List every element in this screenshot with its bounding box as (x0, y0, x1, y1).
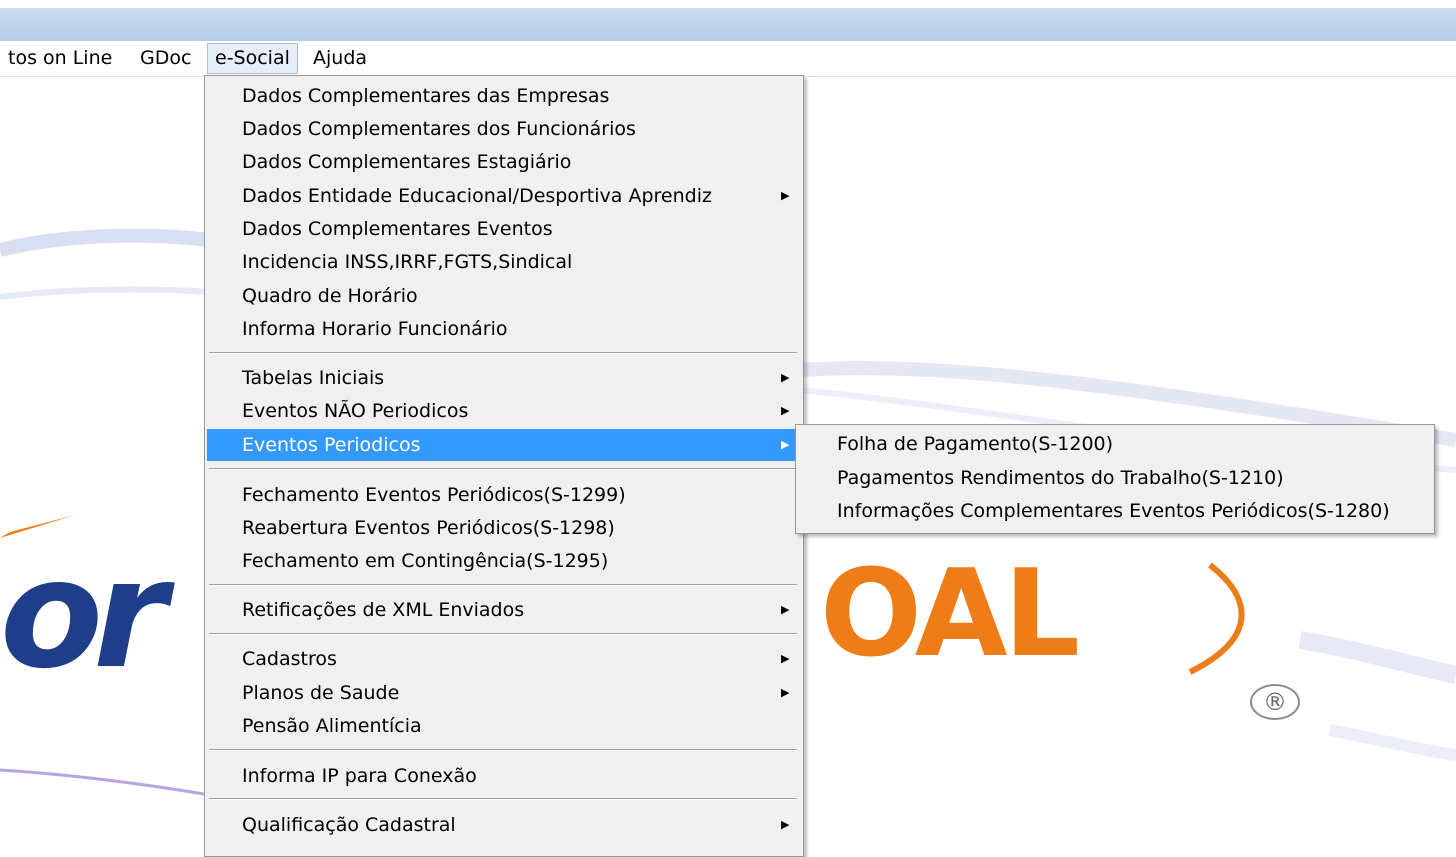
menu-item-label: Pagamentos Rendimentos do Trabalho(S-121… (837, 467, 1284, 489)
logo-orange-flare (0, 515, 75, 538)
submenu-arrow-icon: ▶ (781, 189, 790, 202)
menu-item-label: Eventos Periodicos (242, 434, 421, 456)
menu-item-planos-de-saude[interactable]: Planos de Saude ▶ (207, 677, 799, 709)
menu-item-label: Folha de Pagamento(S-1200) (837, 433, 1114, 455)
menu-item-label: Fechamento em Contingência(S-1295) (242, 550, 609, 572)
menu-item-label: Quadro de Horário (242, 285, 418, 307)
menu-item-tabelas-iniciais[interactable]: Tabelas Iniciais ▶ (207, 362, 799, 394)
menu-item-dados-entidade-educacional[interactable]: Dados Entidade Educacional/Desportiva Ap… (207, 180, 799, 212)
submenu-item-folha-de-pagamento[interactable]: Folha de Pagamento(S-1200) (798, 428, 1430, 460)
submenu-item-pagamentos-rendimentos[interactable]: Pagamentos Rendimentos do Trabalho(S-121… (798, 462, 1430, 494)
menu-separator (209, 749, 797, 751)
menubar-item-ajuda[interactable]: Ajuda (306, 44, 374, 73)
menu-separator (209, 633, 797, 635)
menu-item-incidencia[interactable]: Incidencia INSS,IRRF,FGTS,Sindical (207, 246, 799, 278)
menu-item-label: Retificações de XML Enviados (242, 599, 525, 621)
menu-item-pensao-alimenticia[interactable]: Pensão Alimentícia (207, 710, 799, 742)
submenu-arrow-icon: ▶ (781, 818, 790, 831)
menu-item-dados-complementares-estagiario[interactable]: Dados Complementares Estagiário (207, 146, 799, 178)
menu-item-dados-complementares-empresas[interactable]: Dados Complementares das Empresas (207, 80, 799, 112)
menu-item-dados-complementares-eventos[interactable]: Dados Complementares Eventos (207, 213, 799, 245)
submenu-arrow-icon: ▶ (781, 438, 790, 451)
menu-bar: tos on Line GDoc e-Social Ajuda (0, 41, 1456, 77)
eventos-periodicos-submenu: Folha de Pagamento(S-1200) Pagamentos Re… (795, 424, 1435, 534)
menu-separator (209, 584, 797, 586)
menu-item-label: Reabertura Eventos Periódicos(S-1298) (242, 517, 615, 539)
submenu-arrow-icon: ▶ (781, 652, 790, 665)
menu-separator (209, 468, 797, 470)
menu-item-fechamento-contingencia[interactable]: Fechamento em Contingência(S-1295) (207, 545, 799, 577)
menu-item-qualificacao-cadastral[interactable]: Qualificação Cadastral ▶ (207, 809, 799, 841)
menu-item-reabertura-eventos-periodicos[interactable]: Reabertura Eventos Periódicos(S-1298) (207, 512, 799, 544)
logo-orange-arc (1188, 562, 1245, 675)
menu-item-label: Planos de Saude (242, 682, 400, 704)
menu-item-quadro-de-horario[interactable]: Quadro de Horário (207, 280, 799, 312)
menu-item-retificacoes-xml[interactable]: Retificações de XML Enviados ▶ (207, 594, 799, 626)
menubar-item-esocial[interactable]: e-Social (207, 43, 298, 74)
menu-separator (209, 798, 797, 800)
menu-item-informa-horario-funcionario[interactable]: Informa Horario Funcionário (207, 313, 799, 345)
menu-separator (209, 352, 797, 354)
menu-item-label: Dados Entidade Educacional/Desportiva Ap… (242, 185, 712, 207)
menu-item-cadastros[interactable]: Cadastros ▶ (207, 643, 799, 675)
menu-item-label: Informa Horario Funcionário (242, 318, 508, 340)
menu-item-fechamento-eventos-periodicos[interactable]: Fechamento Eventos Periódicos(S-1299) (207, 479, 799, 511)
menu-item-informa-ip[interactable]: Informa IP para Conexão (207, 760, 799, 792)
menu-item-label: Dados Complementares dos Funcionários (242, 118, 636, 140)
esocial-dropdown-menu: Dados Complementares das Empresas Dados … (204, 75, 804, 857)
submenu-arrow-icon: ▶ (781, 371, 790, 384)
logo-orange-letters: OAL (820, 560, 1080, 670)
menu-item-label: Qualificação Cadastral (242, 814, 456, 836)
menu-item-eventos-periodicos[interactable]: Eventos Periodicos ▶ (207, 429, 799, 461)
menu-item-eventos-nao-periodicos[interactable]: Eventos NÃO Periodicos ▶ (207, 395, 799, 427)
registered-trademark-icon: ® (1250, 684, 1300, 720)
menu-item-label: Incidencia INSS,IRRF,FGTS,Sindical (242, 251, 573, 273)
menu-item-label: Eventos NÃO Periodicos (242, 400, 469, 422)
menu-item-label: Tabelas Iniciais (242, 367, 385, 389)
menubar-item-gdoc[interactable]: GDoc (133, 44, 198, 73)
menu-item-label: Informações Complementares Eventos Perió… (837, 500, 1390, 522)
menu-item-dados-complementares-funcionarios[interactable]: Dados Complementares dos Funcionários (207, 113, 799, 145)
menu-item-label: Dados Complementares Eventos (242, 218, 553, 240)
menu-item-label: Pensão Alimentícia (242, 715, 422, 737)
submenu-item-informacoes-complementares[interactable]: Informações Complementares Eventos Perió… (798, 495, 1430, 527)
menu-item-label: Dados Complementares Estagiário (242, 151, 572, 173)
menu-item-label: Cadastros (242, 648, 337, 670)
menu-item-label: Informa IP para Conexão (242, 765, 477, 787)
submenu-arrow-icon: ▶ (781, 404, 790, 417)
logo-blue-letters: or (0, 560, 167, 670)
submenu-arrow-icon: ▶ (781, 686, 790, 699)
submenu-arrow-icon: ▶ (781, 603, 790, 616)
menu-item-label: Dados Complementares das Empresas (242, 85, 610, 107)
menubar-item-documentos-on-line[interactable]: tos on Line (1, 44, 119, 73)
menu-item-label: Fechamento Eventos Periódicos(S-1299) (242, 484, 626, 506)
